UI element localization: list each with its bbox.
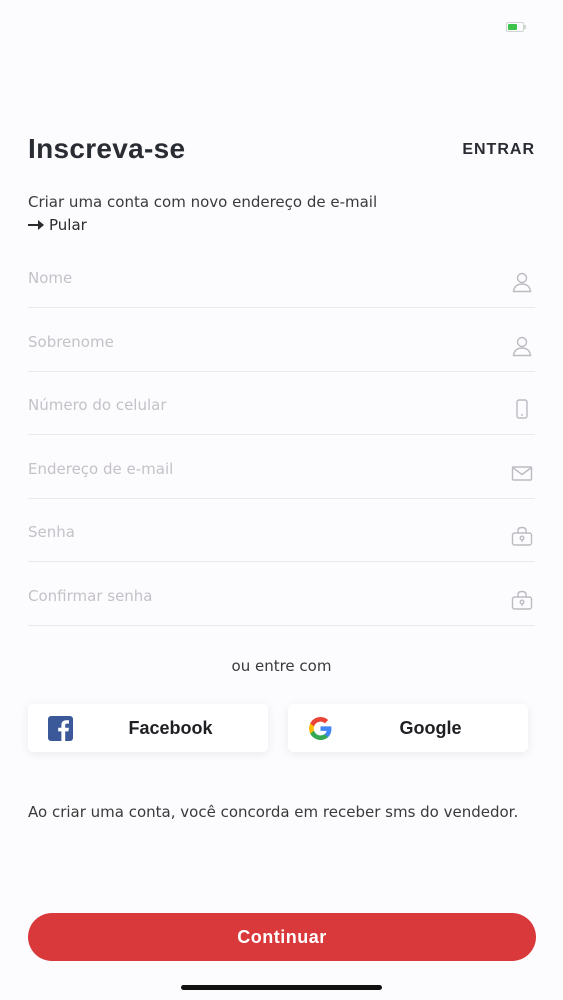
password-row bbox=[28, 499, 535, 563]
home-indicator bbox=[181, 985, 382, 990]
last-name-input[interactable] bbox=[28, 332, 468, 351]
arrow-right-icon bbox=[28, 220, 44, 230]
header: Inscreva-se ENTRAR bbox=[28, 133, 535, 173]
mail-icon bbox=[511, 462, 533, 484]
password-input[interactable] bbox=[28, 523, 468, 542]
social-divider-text: ou entre com bbox=[231, 657, 332, 675]
lock-icon bbox=[511, 589, 533, 611]
skip-label: Pular bbox=[49, 216, 87, 234]
user-icon bbox=[511, 335, 533, 357]
email-input[interactable] bbox=[28, 459, 468, 478]
confirm-password-row bbox=[28, 563, 535, 626]
facebook-label: Facebook bbox=[128, 718, 213, 738]
google-label: Google bbox=[399, 718, 462, 738]
skip-link[interactable]: Pular bbox=[28, 216, 87, 234]
phone-icon bbox=[511, 398, 533, 420]
subtitle: Criar uma conta com novo endereço de e-m… bbox=[28, 193, 378, 211]
lock-icon bbox=[511, 525, 533, 547]
google-icon bbox=[308, 716, 333, 741]
first-name-row bbox=[28, 245, 535, 308]
facebook-login-button[interactable]: Facebook bbox=[28, 704, 268, 752]
battery-icon bbox=[506, 22, 526, 32]
confirm-password-input[interactable] bbox=[28, 586, 468, 605]
signup-form bbox=[28, 245, 535, 627]
phone-row bbox=[28, 372, 535, 436]
terms-text: Ao criar uma conta, você concorda em rec… bbox=[28, 803, 519, 821]
email-row bbox=[28, 436, 535, 499]
google-login-button[interactable]: Google bbox=[288, 704, 528, 752]
last-name-row bbox=[28, 309, 535, 372]
facebook-icon bbox=[48, 716, 73, 741]
first-name-input[interactable] bbox=[28, 269, 468, 287]
user-icon bbox=[511, 271, 533, 293]
login-link[interactable]: ENTRAR bbox=[462, 141, 535, 159]
continue-button[interactable]: Continuar bbox=[28, 913, 536, 961]
page-title: Inscreva-se bbox=[28, 133, 186, 164]
phone-input[interactable] bbox=[28, 396, 468, 415]
